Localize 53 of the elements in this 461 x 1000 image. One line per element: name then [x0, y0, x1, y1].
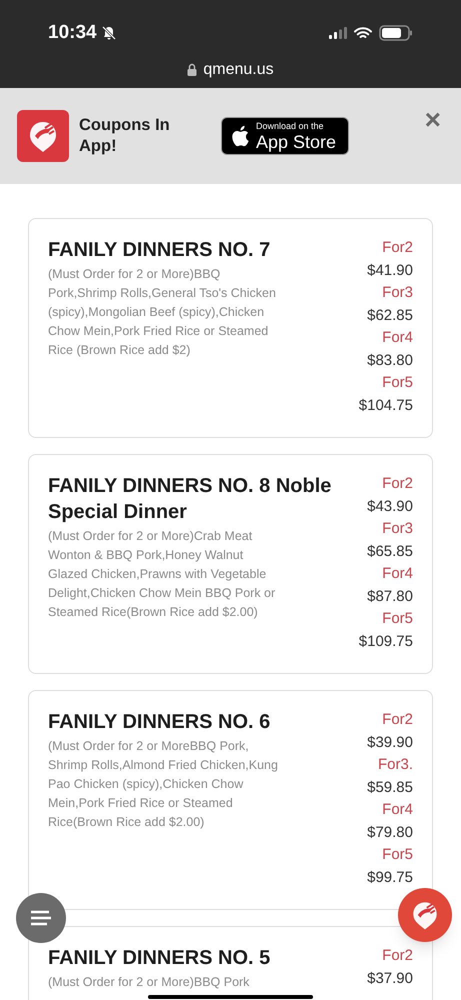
lock-icon: [187, 63, 198, 76]
size-label: For3: [382, 283, 413, 303]
store-large-text: App Store: [256, 132, 336, 150]
close-button[interactable]: ×: [424, 106, 441, 134]
dish-title: FANILY DINNERS NO. 7: [48, 238, 272, 263]
price: $39.90: [367, 732, 413, 752]
price: $104.75: [358, 396, 413, 416]
price: $37.90: [367, 968, 413, 988]
price: $43.90: [367, 496, 413, 516]
price: $99.75: [367, 868, 413, 888]
dish-description: (Must Order for 2 or MoreBBQ Pork, Shrimp Rolls,Almond Fried Chicken,Kung Pao Chicken (spicy),Chicken Chow Mein,Pork Fried Rice or Steamed Rice(Brown Rice add $2.00): [48, 738, 279, 831]
price: $109.75: [358, 632, 413, 652]
price: $62.85: [367, 306, 413, 326]
wifi-icon: [354, 26, 372, 40]
bell-muted-icon: [100, 25, 117, 42]
url-text[interactable]: qmenu.us: [203, 58, 274, 82]
menu-icon: [31, 910, 51, 926]
signal-icon: [329, 27, 347, 40]
size-label: For3.: [378, 755, 413, 775]
dish-title: FANILY DINNERS NO. 6: [48, 710, 272, 735]
menu-button[interactable]: [16, 893, 66, 943]
apple-icon: [230, 125, 250, 147]
dish-description: (Must Order for 2 or More)BBQ Pork: [48, 974, 250, 991]
size-label: For5: [382, 373, 413, 393]
size-label: For5: [382, 609, 413, 629]
dish-title: FANILY DINNERS NO. 5: [48, 946, 272, 971]
size-label: For2: [382, 710, 413, 730]
size-label: For3: [382, 519, 413, 539]
app-store-button[interactable]: Download on the App Store: [221, 117, 349, 155]
app-logo[interactable]: [17, 110, 69, 162]
battery-icon: [379, 25, 413, 42]
app-fab[interactable]: [398, 888, 452, 942]
size-label: For4: [382, 564, 413, 584]
banner-text: Coupons In App!: [79, 115, 171, 157]
clock: 10:34: [48, 21, 97, 45]
size-label: For5: [382, 845, 413, 865]
price: $65.85: [367, 542, 413, 562]
size-label: For2: [382, 474, 413, 494]
dish-description: (Must Order for 2 or More)Crab Meat Wonton & BBQ Pork,Honey Walnut Glazed Chicken,Prawns with Vegetable Delight,Chicken Chow Mein BBQ Pork or Steamed Rice(Brown Rice add $2.00): [48, 528, 276, 621]
dish-card[interactable]: FANILY DINNERS NO. 5 (Must Order for 2 or More)BBQ Pork For2 $37.90: [28, 926, 433, 1000]
size-label: For4: [382, 800, 413, 820]
price: $83.80: [367, 350, 413, 370]
price: $79.80: [367, 822, 413, 842]
size-label: For2: [382, 946, 413, 966]
size-label: For4: [382, 328, 413, 348]
price: $41.90: [367, 260, 413, 280]
dish-title: FANILY DINNERS NO. 8 Noble Special Dinner: [48, 474, 332, 525]
dish-card[interactable]: [28, 454, 433, 674]
size-label: For2: [382, 238, 413, 258]
price: $59.85: [367, 778, 413, 798]
price: $87.80: [367, 586, 413, 606]
dish-description: (Must Order for 2 or More)BBQ Pork,Shrimp Rolls,General Tso's Chicken (spicy),Mongolian Beef (spicy),Chicken Chow Mein,Pork Fried Rice or Steamed Rice (Brown Rice add $2): [48, 266, 277, 359]
store-small-text: Download on the: [256, 122, 324, 130]
